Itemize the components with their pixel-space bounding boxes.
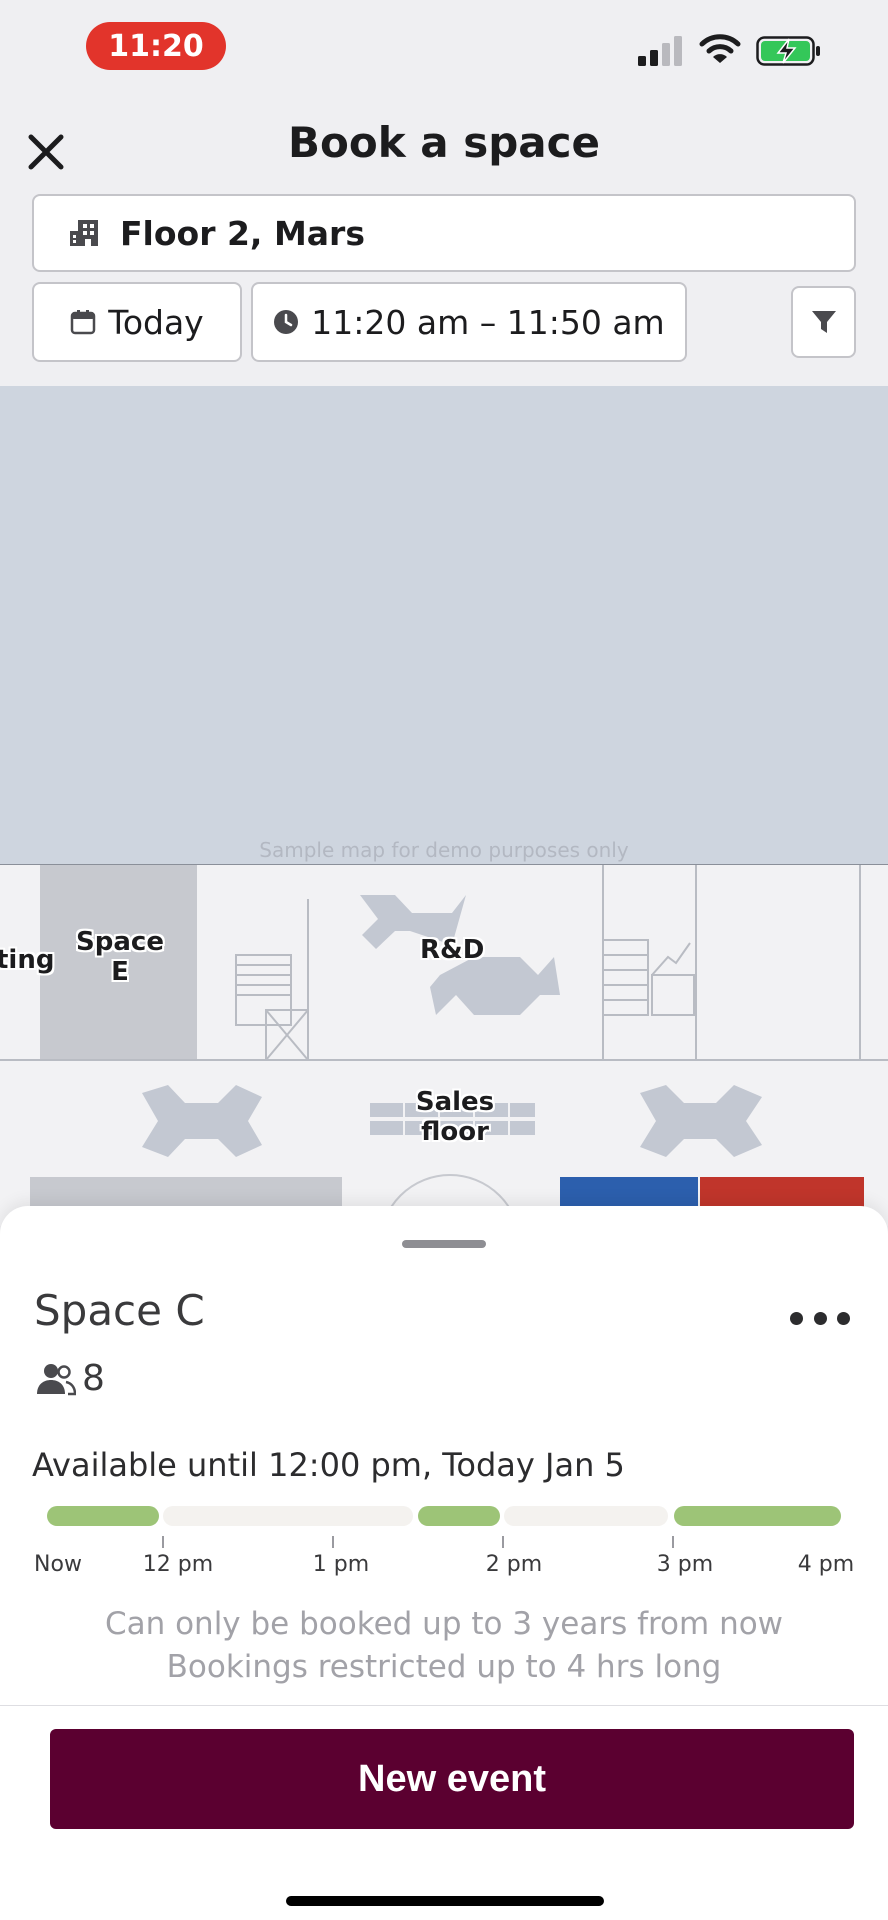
floor-map[interactable]: Sample map for demo purposes only ting S…	[0, 386, 888, 1226]
cellular-signal-icon	[638, 36, 682, 66]
space-name: Space C	[34, 1286, 205, 1335]
calendar-icon	[71, 310, 96, 335]
booking-restriction-length: Bookings restricted up to 4 hrs long	[166, 1649, 722, 1685]
timeline-segment-booked	[163, 1506, 413, 1526]
capacity-count: 8	[82, 1358, 105, 1399]
divider	[0, 1705, 888, 1706]
more-options-button[interactable]	[790, 1304, 850, 1332]
map-label-meeting: ting	[0, 945, 55, 975]
people-icon	[37, 1363, 76, 1395]
building-icon	[70, 220, 98, 246]
timeline-tick	[162, 1536, 164, 1548]
home-indicator	[286, 1896, 604, 1906]
clock-icon	[274, 310, 299, 334]
filter-icon	[811, 311, 836, 333]
more-dot-icon	[790, 1311, 803, 1325]
map-label-sales-floor: Sales floor	[415, 1087, 495, 1147]
time-range-picker[interactable]: 11:20 am – 11:50 am	[251, 282, 687, 362]
capacity: 8	[36, 1358, 105, 1399]
availability-text: Available until 12:00 pm, Today Jan 5	[32, 1446, 625, 1484]
page-title: Book a space	[287, 118, 601, 167]
timeline-segment-booked	[504, 1506, 668, 1526]
wifi-icon	[699, 34, 741, 63]
floor-selector[interactable]: Floor 2, Mars	[32, 194, 856, 272]
timeline-tick	[672, 1536, 674, 1548]
timeline-label-now: Now	[34, 1552, 82, 1577]
timeline-label-3pm: 3 pm	[656, 1552, 714, 1577]
timeline-segment-available[interactable]	[47, 1506, 159, 1526]
map-label-rnd: R&D	[420, 935, 485, 965]
timeline-label-4pm: 4 pm	[797, 1552, 855, 1577]
map-label-space-e[interactable]: Space E	[72, 927, 168, 987]
timeline-label-1pm: 1 pm	[312, 1552, 370, 1577]
timeline-tick	[332, 1536, 334, 1548]
battery-charging-icon	[756, 36, 820, 66]
new-event-button[interactable]: New event	[50, 1729, 854, 1829]
booking-restriction-window: Can only be booked up to 3 years from no…	[104, 1606, 784, 1642]
availability-timeline[interactable]: Now 12 pm 1 pm 2 pm 3 pm 4 pm	[0, 1506, 888, 1586]
timeline-segment-available[interactable]	[674, 1506, 841, 1526]
sheet-grabber[interactable]	[402, 1240, 486, 1248]
map-disclaimer: Sample map for demo purposes only	[259, 838, 629, 862]
floor-plan: ting Space E R&D Sales floor	[0, 864, 888, 1226]
timeline-segment-available[interactable]	[418, 1506, 500, 1526]
floor-plan-drawing	[0, 865, 888, 1226]
space-details-sheet[interactable]: Space C 8 Available until 12:00 pm, Toda…	[0, 1206, 888, 1920]
time-range-label: 11:20 am – 11:50 am	[311, 302, 665, 342]
timeline-label-2pm: 2 pm	[485, 1552, 543, 1577]
status-time: 11:20	[86, 22, 226, 70]
timeline-label-12pm: 12 pm	[142, 1552, 214, 1577]
timeline-tick	[502, 1536, 504, 1548]
more-dot-icon	[813, 1311, 827, 1325]
filter-button[interactable]	[791, 286, 856, 358]
date-picker[interactable]: Today	[32, 282, 242, 362]
status-bar: 11:20	[0, 0, 888, 95]
more-dot-icon	[837, 1311, 850, 1325]
floor-selector-label: Floor 2, Mars	[120, 213, 365, 253]
date-picker-label: Today	[108, 302, 204, 342]
